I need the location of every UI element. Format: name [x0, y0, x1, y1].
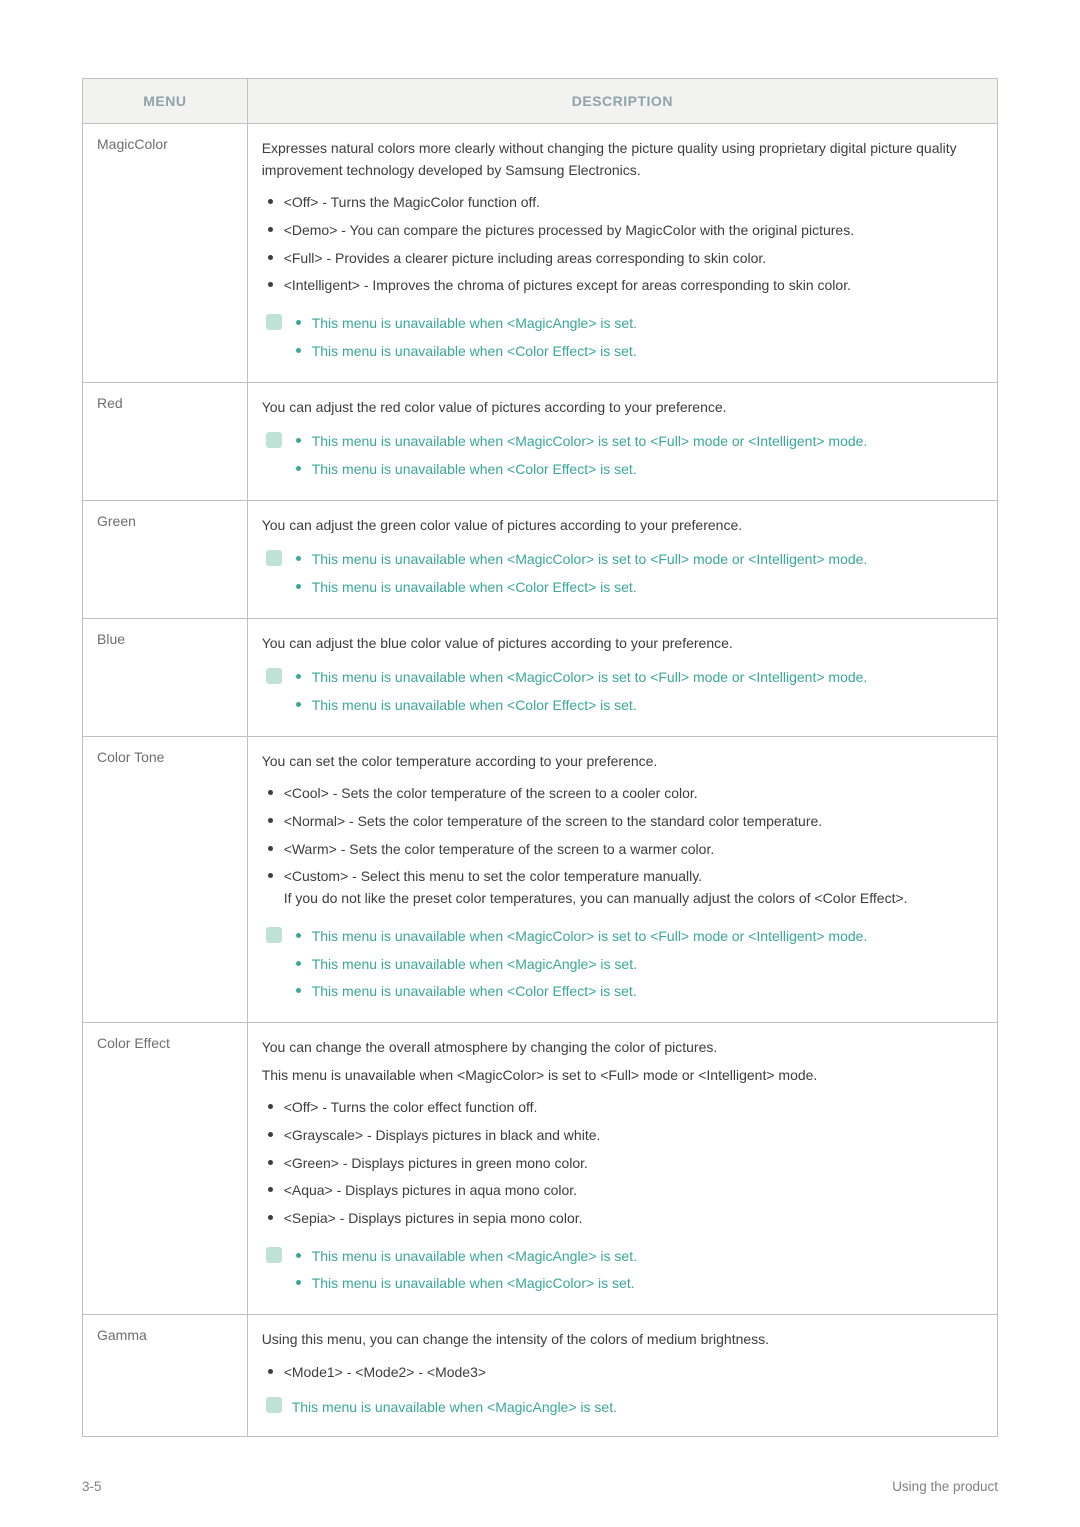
- note-icon: [266, 550, 282, 566]
- table-row: MagicColor Expresses natural colors more…: [83, 124, 998, 383]
- list-item: <Off> - Turns the MagicColor function of…: [262, 189, 983, 217]
- desc-cell-colortone: You can set the color temperature accord…: [247, 736, 997, 1022]
- note-text: This menu is unavailable when <MagicAngl…: [312, 315, 637, 331]
- intro-text: This menu is unavailable when <MagicColo…: [262, 1065, 983, 1087]
- list-item: <Full> - Provides a clearer picture incl…: [262, 245, 983, 273]
- menu-cell-magiccolor: MagicColor: [83, 124, 248, 383]
- desc-cell-coloreffect: You can change the overall atmosphere by…: [247, 1022, 997, 1314]
- note-item: This menu is unavailable when <MagicAngl…: [262, 310, 983, 338]
- note-box: This menu is unavailable when <MagicColo…: [262, 428, 983, 483]
- menu-cell-green: Green: [83, 500, 248, 618]
- note-text: This menu is unavailable when <MagicColo…: [312, 1275, 635, 1291]
- desc-cell-gamma: Using this menu, you can change the inte…: [247, 1315, 997, 1437]
- note-text: This menu is unavailable when <MagicColo…: [312, 551, 868, 567]
- note-icon: [266, 432, 282, 448]
- note-text: This menu is unavailable when <Color Eff…: [312, 461, 637, 477]
- note-text: This menu is unavailable when <Color Eff…: [312, 697, 637, 713]
- list-item: <Cool> - Sets the color temperature of t…: [262, 780, 983, 808]
- table-row: Blue You can adjust the blue color value…: [83, 618, 998, 736]
- note-item: This menu is unavailable when <MagicColo…: [262, 1270, 983, 1298]
- header-menu: MENU: [83, 79, 248, 124]
- note-icon: [266, 314, 282, 330]
- option-list: <Cool> - Sets the color temperature of t…: [262, 780, 983, 912]
- note-icon: [266, 1397, 282, 1413]
- list-item: <Mode1> - <Mode2> - <Mode3>: [262, 1359, 983, 1387]
- list-item: <Demo> - You can compare the pictures pr…: [262, 217, 983, 245]
- note-box: This menu is unavailable when <MagicAngl…: [262, 1243, 983, 1298]
- note-box: This menu is unavailable when <MagicAngl…: [262, 310, 983, 365]
- note-item: This menu is unavailable when <MagicAngl…: [262, 1394, 983, 1422]
- desc-cell-blue: You can adjust the blue color value of p…: [247, 618, 997, 736]
- menu-table: MENU DESCRIPTION MagicColor Expresses na…: [82, 78, 998, 1437]
- note-item: This menu is unavailable when <MagicColo…: [262, 664, 983, 692]
- note-item: This menu is unavailable when <MagicColo…: [262, 428, 983, 456]
- intro-text: You can set the color temperature accord…: [262, 751, 983, 773]
- table-row: Red You can adjust the red color value o…: [83, 382, 998, 500]
- page-footer: 3-5 Using the product: [82, 1437, 998, 1494]
- page-number: 3-5: [82, 1479, 102, 1494]
- list-item: <Warm> - Sets the color temperature of t…: [262, 836, 983, 864]
- list-item: <Normal> - Sets the color temperature of…: [262, 808, 983, 836]
- note-text: This menu is unavailable when <MagicAngl…: [312, 956, 637, 972]
- note-text: This menu is unavailable when <MagicColo…: [312, 669, 868, 685]
- menu-cell-gamma: Gamma: [83, 1315, 248, 1437]
- list-item: <Green> - Displays pictures in green mon…: [262, 1150, 983, 1178]
- note-text: This menu is unavailable when <MagicColo…: [312, 433, 868, 449]
- list-item: <Custom> - Select this menu to set the c…: [262, 863, 983, 912]
- option-list: <Off> - Turns the MagicColor function of…: [262, 189, 983, 300]
- menu-cell-colortone: Color Tone: [83, 736, 248, 1022]
- menu-cell-blue: Blue: [83, 618, 248, 736]
- desc-cell-magiccolor: Expresses natural colors more clearly wi…: [247, 124, 997, 383]
- intro-text: You can adjust the blue color value of p…: [262, 633, 983, 655]
- note-text: This menu is unavailable when <Color Eff…: [312, 343, 637, 359]
- note-item: This menu is unavailable when <Color Eff…: [262, 692, 983, 720]
- table-row: Green You can adjust the green color val…: [83, 500, 998, 618]
- note-text: This menu is unavailable when <MagicAngl…: [312, 1248, 637, 1264]
- list-item: <Intelligent> - Improves the chroma of p…: [262, 272, 983, 300]
- note-item: This menu is unavailable when <Color Eff…: [262, 574, 983, 602]
- table-row: Color Tone You can set the color tempera…: [83, 736, 998, 1022]
- intro-text: You can adjust the green color value of …: [262, 515, 983, 537]
- note-text: This menu is unavailable when <MagicAngl…: [292, 1399, 617, 1415]
- note-icon: [266, 668, 282, 684]
- option-list: <Off> - Turns the color effect function …: [262, 1094, 983, 1232]
- note-text: This menu is unavailable when <MagicColo…: [312, 928, 868, 944]
- note-text: This menu is unavailable when <Color Eff…: [312, 579, 637, 595]
- desc-cell-green: You can adjust the green color value of …: [247, 500, 997, 618]
- note-item: This menu is unavailable when <MagicColo…: [262, 923, 983, 951]
- note-item: This menu is unavailable when <Color Eff…: [262, 456, 983, 484]
- list-item: <Off> - Turns the color effect function …: [262, 1094, 983, 1122]
- table-row: Gamma Using this menu, you can change th…: [83, 1315, 998, 1437]
- note-item: This menu is unavailable when <MagicColo…: [262, 546, 983, 574]
- header-description: DESCRIPTION: [247, 79, 997, 124]
- menu-cell-coloreffect: Color Effect: [83, 1022, 248, 1314]
- note-text: This menu is unavailable when <Color Eff…: [312, 983, 637, 999]
- note-icon: [266, 927, 282, 943]
- intro-text: Using this menu, you can change the inte…: [262, 1329, 983, 1351]
- chapter-title: Using the product: [892, 1479, 998, 1494]
- option-list: <Mode1> - <Mode2> - <Mode3>: [262, 1359, 983, 1387]
- list-item: <Sepia> - Displays pictures in sepia mon…: [262, 1205, 983, 1233]
- menu-cell-red: Red: [83, 382, 248, 500]
- intro-text: Expresses natural colors more clearly wi…: [262, 138, 983, 181]
- intro-text: You can change the overall atmosphere by…: [262, 1037, 983, 1059]
- note-item: This menu is unavailable when <MagicAngl…: [262, 1243, 983, 1271]
- list-item: <Grayscale> - Displays pictures in black…: [262, 1122, 983, 1150]
- table-row: Color Effect You can change the overall …: [83, 1022, 998, 1314]
- note-box: This menu is unavailable when <MagicColo…: [262, 923, 983, 1006]
- note-box: This menu is unavailable when <MagicColo…: [262, 546, 983, 601]
- desc-cell-red: You can adjust the red color value of pi…: [247, 382, 997, 500]
- note-item: This menu is unavailable when <Color Eff…: [262, 338, 983, 366]
- note-icon: [266, 1247, 282, 1263]
- list-item: <Aqua> - Displays pictures in aqua mono …: [262, 1177, 983, 1205]
- intro-text: You can adjust the red color value of pi…: [262, 397, 983, 419]
- manual-page: MENU DESCRIPTION MagicColor Expresses na…: [0, 0, 1080, 1524]
- note-item: This menu is unavailable when <MagicAngl…: [262, 951, 983, 979]
- note-item: This menu is unavailable when <Color Eff…: [262, 978, 983, 1006]
- note-box: This menu is unavailable when <MagicColo…: [262, 664, 983, 719]
